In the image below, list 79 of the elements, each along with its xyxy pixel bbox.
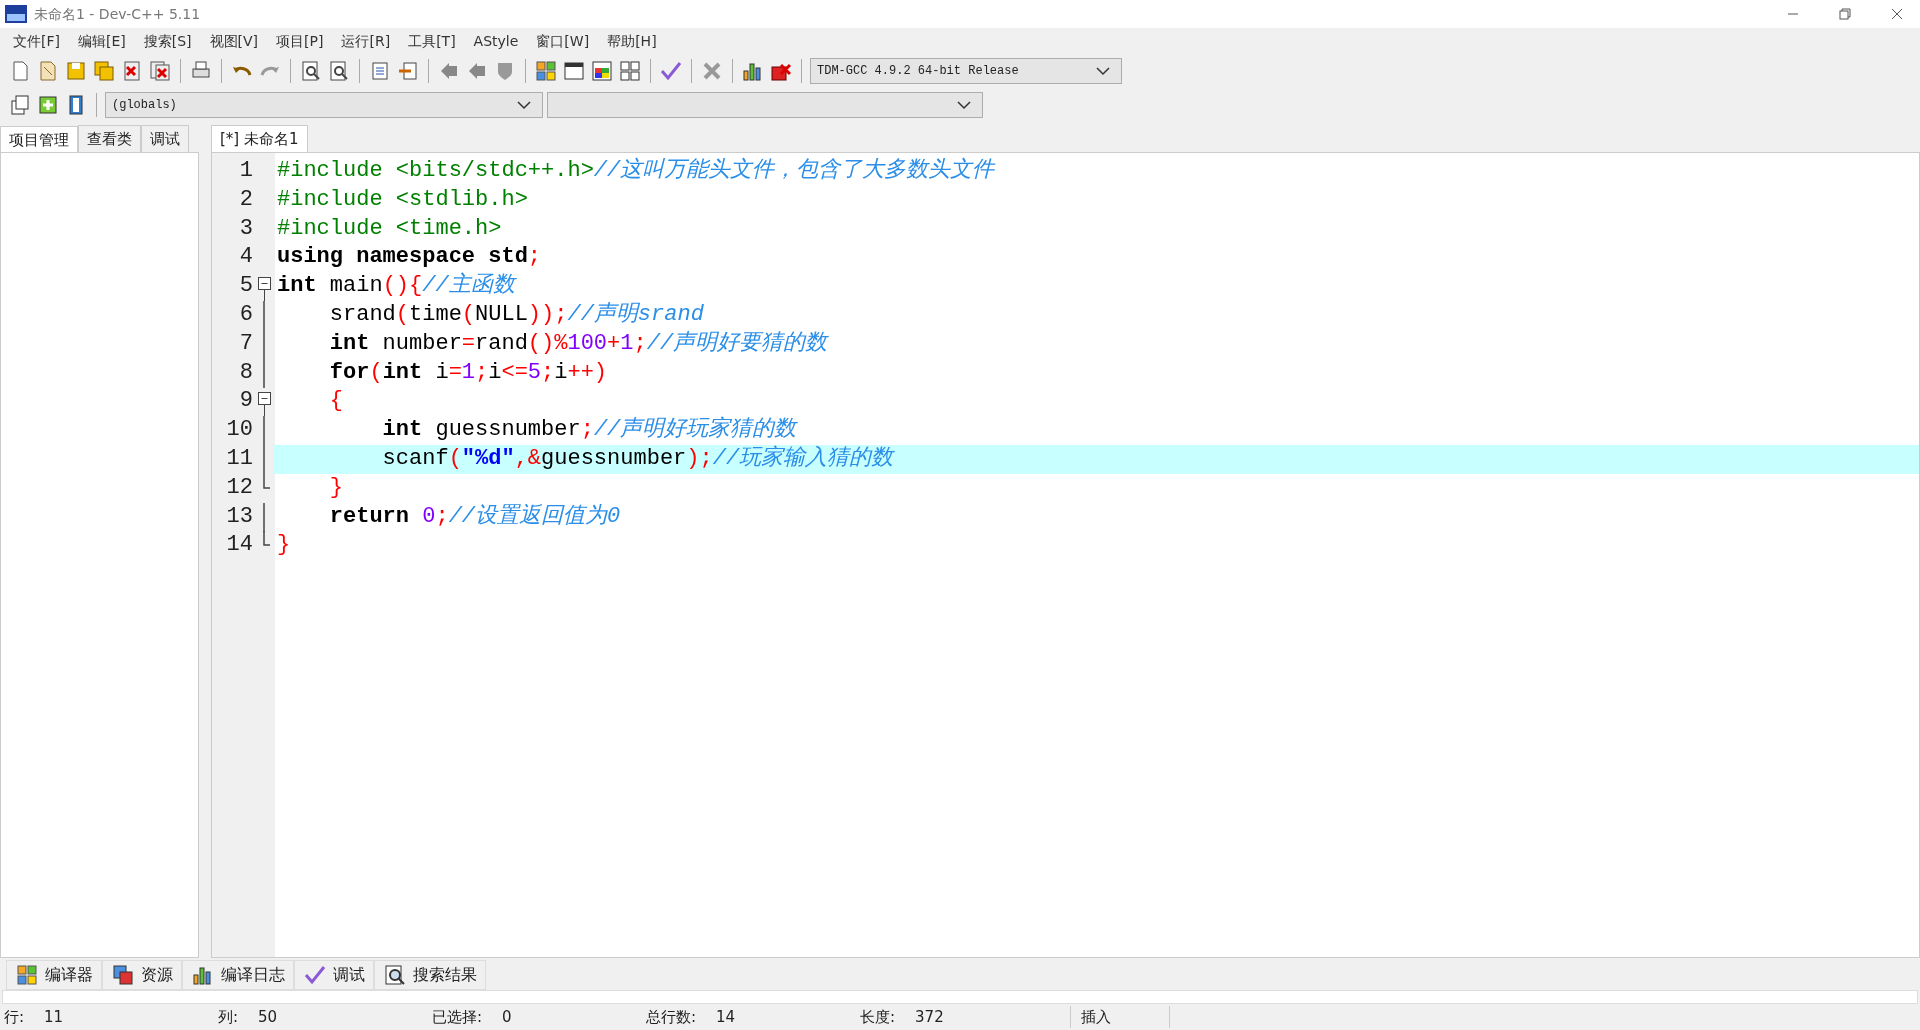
save-icon[interactable] xyxy=(64,59,88,83)
output-tab[interactable]: 编译器 xyxy=(6,960,102,990)
line-number: 13 xyxy=(225,502,254,531)
line-number: 7 xyxy=(238,329,254,358)
fold-end-icon xyxy=(263,473,271,489)
sidebar-tab[interactable]: 项目管理 xyxy=(0,126,78,152)
grid-icon xyxy=(15,963,39,987)
status-value: 372 xyxy=(915,1006,944,1028)
line-number: 14 xyxy=(225,531,254,560)
line-number: 9 xyxy=(238,387,254,416)
checkmark-icon xyxy=(303,963,327,987)
scope-select[interactable]: (globals) xyxy=(105,92,543,118)
output-tab[interactable]: 编译日志 xyxy=(182,960,294,990)
status-label: 列: xyxy=(218,1006,239,1028)
menu-item[interactable]: 项目[P] xyxy=(267,28,333,54)
menu-item[interactable]: AStyle xyxy=(464,28,528,54)
menu-item[interactable]: 搜索[S] xyxy=(134,28,201,54)
status-label: 长度: xyxy=(860,1006,896,1028)
line-number: 5 xyxy=(238,272,254,301)
menu-item[interactable]: 视图[V] xyxy=(200,28,268,54)
output-tab[interactable]: 调试 xyxy=(294,960,374,990)
code-line: for(int i=1;i<=5;i++) xyxy=(328,358,609,387)
fold-line-icon xyxy=(263,502,265,532)
sidebar-tab[interactable]: 查看类 xyxy=(78,124,141,152)
line-number: 8 xyxy=(238,358,254,387)
menu-item[interactable]: 运行[R] xyxy=(332,28,400,54)
unindent-icon[interactable] xyxy=(396,59,420,83)
window-title: 未命名1 - Dev-C++ 5.11 xyxy=(34,4,201,24)
save-all-icon[interactable] xyxy=(92,59,116,83)
menu-item[interactable]: 帮助[H] xyxy=(598,28,666,54)
status-label: 总行数: xyxy=(646,1006,697,1028)
line-number: 4 xyxy=(238,243,254,272)
code-line: #include <bits/stdc++.h>//这叫万能头文件，包含了大多数头文件 xyxy=(276,157,996,185)
code-line: } xyxy=(328,473,344,502)
add-file-icon[interactable] xyxy=(36,93,60,117)
new-class-icon[interactable] xyxy=(8,93,32,117)
code-line: using namespace std; xyxy=(276,243,543,272)
code-line: int main(){//主函数 xyxy=(276,272,518,301)
status-label: 已选择: xyxy=(432,1006,483,1028)
code-line: int guessnumber;//声明好玩家猜的数 xyxy=(381,416,799,445)
line-number: 12 xyxy=(225,473,254,502)
compiler-select[interactable]: TDM-GCC 4.9.2 64-bit Release xyxy=(810,58,1122,84)
fold-end-icon xyxy=(263,531,271,547)
menu-item[interactable]: 工具[T] xyxy=(399,28,465,54)
close-all-icon[interactable] xyxy=(148,59,172,83)
search-icon xyxy=(383,963,407,987)
code-line: int number=rand()%100+1;//声明好要猜的数 xyxy=(328,329,830,358)
output-tab[interactable]: 搜索结果 xyxy=(374,960,486,990)
status-value: 14 xyxy=(716,1006,736,1028)
menu-item[interactable]: 文件[F] xyxy=(4,28,69,54)
editor-tab[interactable]: [*] 未命名1 xyxy=(211,124,308,152)
menu-item[interactable]: 窗口[W] xyxy=(527,28,599,54)
line-number: 6 xyxy=(238,301,254,329)
code-line: srand(time(NULL));//声明srand xyxy=(328,301,705,329)
output-tab[interactable]: 资源 xyxy=(102,960,182,990)
sidebar-tab[interactable]: 调试 xyxy=(141,124,189,152)
line-number: 10 xyxy=(225,416,254,445)
color-grid-icon[interactable] xyxy=(590,59,614,83)
code-line: #include <stdlib.h> xyxy=(276,185,529,214)
line-number: 2 xyxy=(238,185,254,214)
status-value: 0 xyxy=(502,1006,512,1028)
squares-icon[interactable] xyxy=(618,59,642,83)
checkmark-icon[interactable] xyxy=(659,59,683,83)
line-number: 11 xyxy=(225,444,254,473)
code-line: } xyxy=(276,531,292,560)
line-number: 1 xyxy=(238,157,254,185)
code-line: #include <time.h> xyxy=(276,214,503,243)
code-line: return 0;//设置返回值为0 xyxy=(328,502,622,531)
code-line: { xyxy=(328,387,344,416)
copies-icon xyxy=(111,963,135,987)
menu-item[interactable]: 编辑[E] xyxy=(69,28,135,54)
grid-icon[interactable] xyxy=(534,59,558,83)
line-number: 3 xyxy=(238,214,254,243)
status-value: 11 xyxy=(44,1006,64,1028)
status-value: 50 xyxy=(258,1006,278,1028)
window-icon[interactable] xyxy=(562,59,586,83)
status-label: 插入 xyxy=(1081,1006,1111,1028)
status-label: 行: xyxy=(4,1006,25,1028)
app-logo-icon xyxy=(4,2,28,26)
